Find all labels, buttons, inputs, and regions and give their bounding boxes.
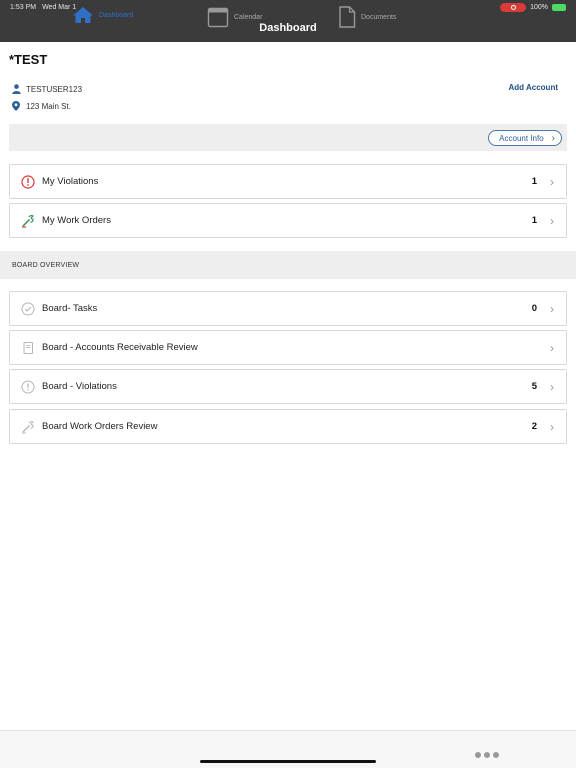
chevron-right-icon: › [550,301,554,316]
wrench-icon [20,419,36,435]
tab-label: Dashboard [99,11,134,19]
chevron-right-icon: › [550,213,554,228]
home-icon [72,6,94,24]
more-dot [475,752,481,758]
wrench-icon [20,213,36,229]
list-item-my-work-orders[interactable]: My Work Orders 1 › [9,203,567,238]
chevron-right-icon: › [550,419,554,434]
status-time: 1:53 PM [10,3,37,11]
more-icon[interactable] [475,752,499,758]
item-label: Board Work Orders Review [42,421,158,432]
account-name: *TEST [9,52,48,67]
battery-percent: 100% [530,3,548,11]
item-label: Board - Violations [42,381,117,392]
list-item-board-work-orders-review[interactable]: Board Work Orders Review 2 › [9,409,567,444]
tab-documents[interactable]: Documents [338,6,396,28]
book-icon [20,340,36,356]
item-label: My Work Orders [42,215,111,226]
chevron-right-icon: › [550,340,554,355]
alert-circle-icon [20,174,36,190]
item-count: 1 [531,176,537,187]
calendar-icon [207,6,229,28]
tab-label: Documents [361,13,397,21]
account-info-button[interactable]: Account Info › [488,130,562,146]
address-row: 123 Main St. [11,101,71,111]
chevron-right-icon: › [550,379,554,394]
item-label: Board - Accounts Receivable Review [42,342,198,353]
document-icon [338,6,356,28]
tab-dashboard[interactable]: Dashboard [72,6,133,24]
page-title: Dashboard [259,22,317,34]
user-row: TESTUSER123 [11,84,82,94]
account-info-band [9,124,567,151]
tab-label: Calendar [234,13,263,21]
battery-icon [552,3,566,11]
more-dot [484,752,490,758]
item-label: Board- Tasks [42,303,98,314]
add-account-link[interactable]: Add Account [509,83,558,92]
check-circle-icon [20,301,36,317]
username: TESTUSER123 [26,84,83,94]
list-item-my-violations[interactable]: My Violations 1 › [9,164,567,199]
item-count: 5 [531,381,537,392]
chevron-right-icon: › [550,174,554,189]
section-header-board-overview: BOARD OVERVIEW [0,251,576,279]
screen-recording-icon [500,2,527,12]
item-label: My Violations [42,176,99,187]
item-count: 1 [531,215,537,226]
person-icon [11,84,21,94]
tab-calendar[interactable]: Calendar [207,6,262,28]
more-dot [493,752,499,758]
address: 123 Main St. [26,101,71,111]
location-pin-icon [11,101,21,111]
home-indicator [200,760,376,763]
list-item-board-violations[interactable]: Board - Violations 5 › [9,369,567,404]
list-item-board-tasks[interactable]: Board- Tasks 0 › [9,291,567,326]
alert-circle-icon [20,379,36,395]
list-item-board-accounts-receivable[interactable]: Board - Accounts Receivable Review › [9,330,567,365]
status-right: 100% [500,2,566,12]
chevron-right-icon: › [551,132,555,144]
item-count: 0 [531,303,537,314]
item-count: 2 [531,421,537,432]
account-info-label: Account Info [499,133,544,143]
